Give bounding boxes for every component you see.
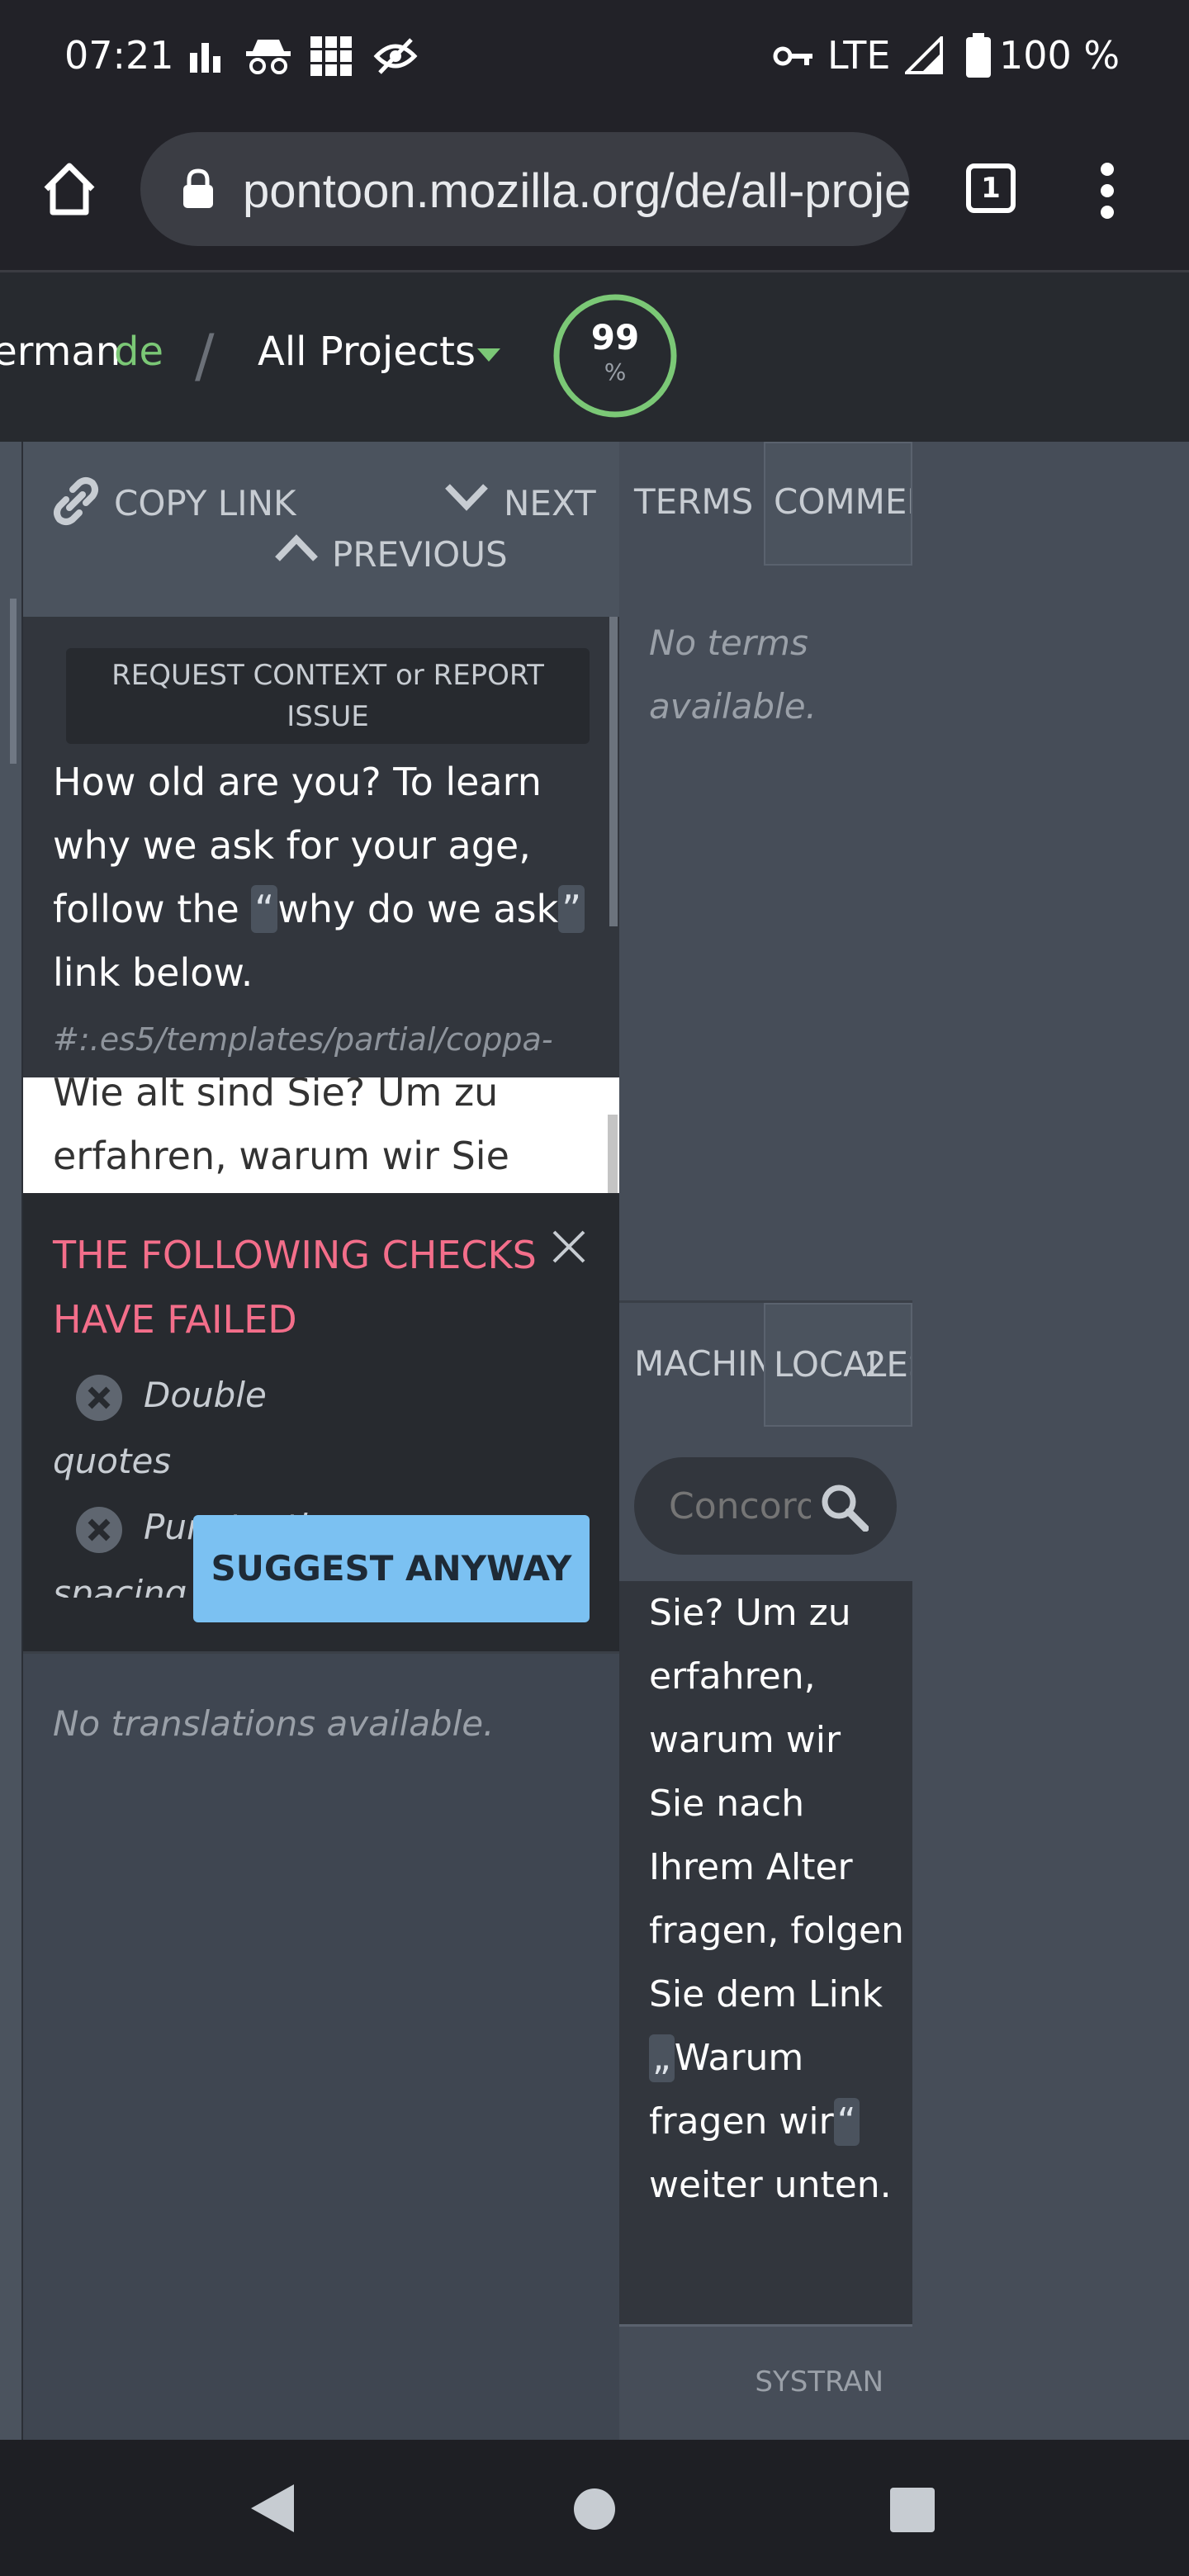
chevron-down-icon — [445, 484, 488, 511]
source-scrollbar[interactable] — [609, 617, 618, 926]
list-gutter — [0, 442, 21, 2440]
error-icon — [76, 1506, 122, 1553]
empty-area — [913, 442, 1189, 2440]
system-nav-bar — [0, 2440, 1189, 2576]
scrollbar-thumb[interactable] — [10, 599, 17, 764]
caret-down-icon[interactable] — [476, 347, 502, 363]
link-icon — [54, 477, 98, 525]
network-type: LTE — [827, 33, 891, 78]
error-icon — [76, 1374, 122, 1421]
suggestion-source: SYSTRAN — [755, 2365, 883, 2398]
tab-terms[interactable]: TERMS 0 — [619, 442, 795, 566]
previous-button[interactable]: PREVIOUS — [274, 524, 538, 575]
locales-count: 2 — [865, 1344, 887, 1385]
request-context-button[interactable]: REQUEST CONTEXT or REPORT ISSUE — [66, 648, 590, 744]
battery-icon — [966, 33, 991, 78]
battery-level: 100 % — [999, 33, 1120, 78]
placeable-open-quote: „ — [649, 2034, 675, 2082]
grid-icon — [310, 36, 352, 76]
address-bar[interactable]: pontoon.mozilla.org/de/all-projects — [140, 132, 910, 246]
status-bar: 07:21 LTE 100 % — [0, 0, 1189, 111]
tab-comments[interactable]: COMMENTS — [764, 442, 912, 566]
home-circle-icon[interactable] — [573, 2488, 616, 2531]
cell-signal-icon — [905, 36, 943, 74]
key-icon — [773, 46, 812, 66]
placeable-open-quote: “ — [251, 885, 278, 933]
eye-off-icon — [373, 38, 418, 74]
home-icon[interactable] — [41, 161, 97, 217]
tab-machinery[interactable]: MACHINERY — [619, 1300, 839, 1424]
checks-title: THE FOLLOWING CHECKS HAVE FAILED — [53, 1233, 537, 1342]
locale-code[interactable]: de — [114, 329, 163, 375]
recents-icon[interactable] — [890, 2488, 935, 2532]
no-translations-text: No translations available. — [53, 1703, 495, 1744]
lock-icon — [183, 168, 213, 208]
status-time: 07:21 — [64, 33, 174, 78]
tabs-icon[interactable]: 1 — [966, 163, 1016, 213]
progress-unit: % — [604, 358, 627, 386]
editor-pane: COPY LINK NEXT PREVIOUS REQUEST CONTEXT … — [21, 442, 622, 2440]
signal-bars-icon — [190, 43, 220, 73]
next-button[interactable]: NEXT — [444, 473, 609, 523]
translation-text: Wie alt sind Sie? Um zu erfahren, warum … — [53, 1077, 509, 1178]
terms-panel: TERMS 0 COMMENTS No terms available. — [619, 442, 912, 1300]
translation-textarea[interactable]: Wie alt sind Sie? Um zu erfahren, warum … — [23, 1077, 620, 1193]
locale-name[interactable]: German — [0, 329, 121, 375]
progress-value: 99 — [590, 317, 640, 358]
suggestion-text: Sie? Um zu erfahren, warum wir Sie nach … — [649, 1592, 904, 2206]
more-vert-icon[interactable] — [1095, 159, 1120, 222]
placeable-close-quote: ” — [558, 885, 585, 933]
editor-toolbar: COPY LINK NEXT PREVIOUS — [23, 442, 620, 618]
breadcrumb-separator: / — [195, 322, 215, 390]
concordance-search[interactable] — [634, 1457, 897, 1555]
translation-scrollbar[interactable] — [608, 1115, 618, 1193]
url-text: pontoon.mozilla.org/de/all-projects — [243, 164, 910, 218]
progress-chart[interactable]: 99 % — [552, 292, 679, 419]
close-icon[interactable] — [552, 1229, 586, 1264]
machinery-panel: MACHINERY LOCALES 2 Sie? Um zu erfahren,… — [619, 1300, 912, 2440]
browser-toolbar: pontoon.mozilla.org/de/all-projects 1 — [0, 111, 1189, 272]
search-icon[interactable] — [819, 1482, 869, 1532]
source-file-path: #:.es5/templates/partial/coppa- — [53, 1021, 553, 1058]
check-item: Double quotes — [53, 1362, 301, 1494]
concordance-search-input[interactable] — [667, 1480, 812, 1532]
chevron-up-icon — [275, 534, 318, 561]
failed-checks-panel: THE FOLLOWING CHECKS HAVE FAILED Double … — [23, 1193, 620, 1654]
source-string: How old are you? To learn why we ask for… — [53, 751, 590, 1005]
project-selector[interactable]: All Projects — [258, 329, 476, 375]
placeable-close-quote: “ — [833, 2098, 860, 2146]
pontoon-header: German de / All Projects 99 % — [0, 272, 1189, 442]
suggest-anyway-button[interactable]: SUGGEST ANYWAY — [193, 1515, 590, 1622]
tab-locales[interactable]: LOCALES 2 — [764, 1303, 912, 1427]
incognito-icon — [246, 40, 291, 74]
back-icon[interactable] — [248, 2483, 297, 2534]
no-terms-text: No terms available. — [649, 623, 817, 727]
machinery-suggestion[interactable]: Sie? Um zu erfahren, warum wir Sie nach … — [619, 1581, 912, 2327]
